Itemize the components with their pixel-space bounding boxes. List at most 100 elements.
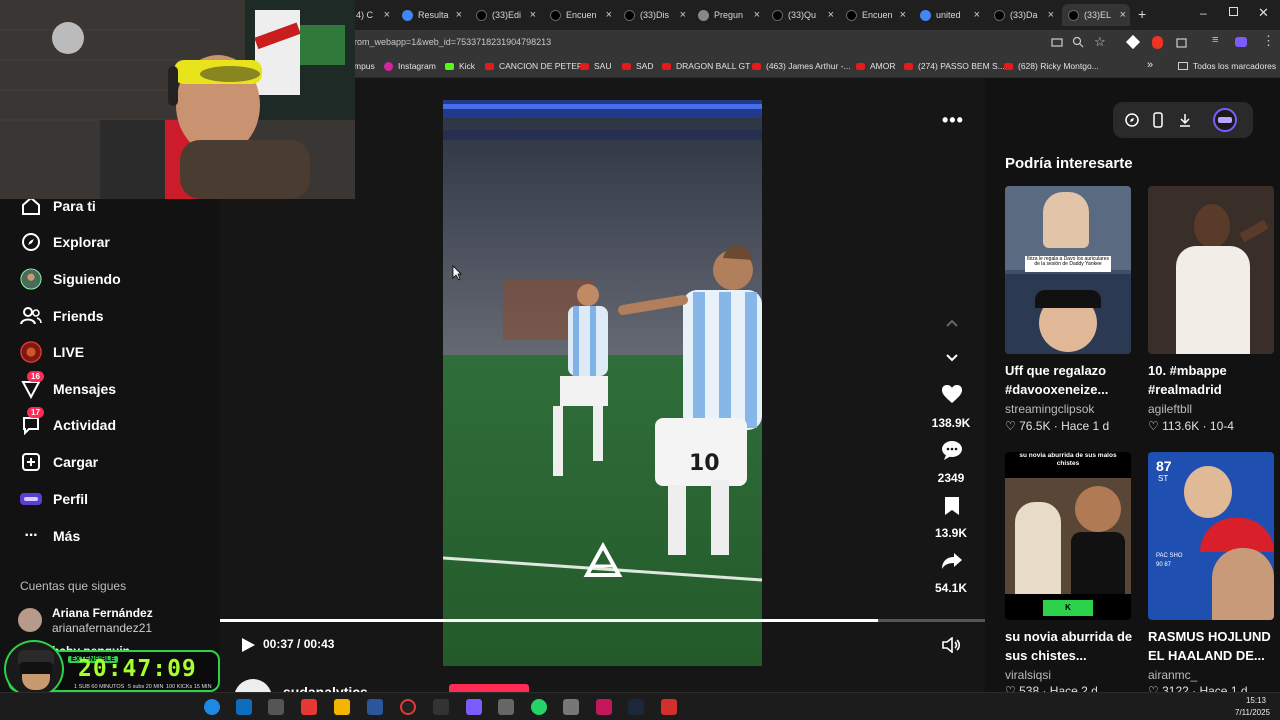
close-icon[interactable]: × (828, 9, 834, 21)
all-bookmarks-button[interactable]: Todos los marcadores (1178, 61, 1276, 71)
url-text[interactable]: rom_webapp=1&web_id=7533718231904798213 (354, 37, 551, 47)
browser-tab[interactable]: Encuen × (550, 4, 612, 26)
card-title[interactable]: 10. #mbappe #realmadrid (1148, 361, 1227, 399)
maximize-icon[interactable] (1229, 7, 1238, 16)
close-icon[interactable]: × (1048, 9, 1054, 21)
bookmarks-overflow-button[interactable]: » (1147, 59, 1153, 71)
card-author[interactable]: airanmc_ (1148, 668, 1197, 682)
card-author[interactable]: viralsiqsi (1005, 668, 1051, 682)
sidebar-item-cargar[interactable]: Cargar (20, 451, 98, 473)
close-icon[interactable]: × (384, 9, 390, 21)
tiktok-icon[interactable] (433, 699, 449, 715)
clock-date[interactable]: 7/11/2025 (1226, 708, 1270, 717)
new-tab-icon[interactable]: + (1138, 6, 1146, 22)
app-icon[interactable] (466, 699, 482, 715)
pdf-icon[interactable] (661, 699, 677, 715)
close-icon[interactable]: × (606, 9, 612, 21)
calculator-icon[interactable] (563, 699, 579, 715)
browser-tab[interactable]: (33)Qu × (772, 4, 834, 26)
browser-tab-active[interactable]: (33)EL × (1062, 4, 1130, 26)
bookmark[interactable]: Kick (445, 61, 475, 71)
app-icon[interactable] (268, 699, 284, 715)
card-title[interactable]: RASMUS HOJLUND EL HAALAND DE... (1148, 627, 1271, 665)
volume-icon[interactable] (942, 637, 962, 653)
extension-icon[interactable] (1125, 34, 1141, 50)
comment-icon[interactable] (941, 440, 963, 460)
bookmark[interactable]: CANCION DE PETER (485, 61, 583, 71)
close-icon[interactable]: × (680, 9, 686, 21)
sidebar-item-friends[interactable]: Friends (20, 305, 104, 327)
minimize-icon[interactable]: – (1200, 6, 1207, 20)
card-author[interactable]: streamingclipsok (1005, 402, 1094, 416)
extension-icon[interactable] (1152, 36, 1163, 49)
share-icon[interactable] (941, 552, 963, 570)
bookmark[interactable]: SAU (580, 61, 611, 71)
video-app-icon[interactable] (301, 699, 317, 715)
browser-tab[interactable]: (33)Dis × (624, 4, 686, 26)
device-icon[interactable] (1153, 112, 1163, 128)
card-title[interactable]: su novia aburrida de sus chistes... (1005, 627, 1132, 665)
bookmark[interactable]: mpus (354, 61, 375, 71)
bookmark[interactable]: (463) James Arthur -... (752, 61, 851, 71)
close-icon[interactable]: × (974, 9, 980, 21)
bookmark-icon[interactable] (944, 496, 960, 516)
close-icon[interactable]: × (1120, 9, 1126, 21)
recommendation-thumbnail[interactable]: su novia aburrida de sus malos chistes K (1005, 452, 1131, 620)
browser-tab[interactable]: (33)Edi × (476, 4, 536, 26)
previous-video-icon[interactable] (945, 318, 959, 328)
reading-list-icon[interactable]: ≡ (1212, 34, 1218, 46)
zoom-icon[interactable] (1072, 36, 1084, 48)
browser-tab[interactable]: 4) C × (356, 4, 390, 26)
video-player[interactable]: 10 (443, 100, 762, 666)
clock-time[interactable]: 15:13 (1226, 696, 1266, 705)
sidebar-item-perfil[interactable]: Perfil (20, 488, 88, 510)
progress-track[interactable] (220, 619, 985, 622)
obs-icon[interactable] (400, 699, 416, 715)
word-icon[interactable] (367, 699, 383, 715)
close-window-icon[interactable]: ✕ (1258, 5, 1269, 21)
bookmark[interactable]: (274) PASSO BEM S... (904, 61, 1005, 71)
heart-icon[interactable] (941, 384, 963, 404)
sidebar-item-mensajes[interactable]: 16 Mensajes (20, 371, 116, 400)
file-explorer-icon[interactable] (334, 699, 350, 715)
steam-icon[interactable] (628, 699, 644, 715)
app-icon[interactable] (498, 699, 514, 715)
outlook-icon[interactable] (236, 699, 252, 715)
bookmark[interactable]: DRAGON BALL GT (662, 61, 750, 71)
sidebar-item-mas[interactable]: ··· Más (20, 525, 81, 547)
edge-icon[interactable] (204, 699, 220, 715)
profile-icon[interactable] (1235, 37, 1247, 47)
sidebar-item-actividad[interactable]: 17 Actividad (20, 407, 116, 436)
download-icon[interactable] (1179, 113, 1191, 127)
bookmark[interactable]: (628) Ricky Montgo... (1004, 61, 1099, 71)
play-icon[interactable] (240, 637, 256, 653)
close-icon[interactable]: × (754, 9, 760, 21)
recommendation-thumbnail[interactable]: Ibiza le regala a Davo los auriculares d… (1005, 186, 1131, 354)
sidebar-item-explorar[interactable]: Explorar (20, 231, 110, 253)
close-icon[interactable]: × (456, 9, 462, 21)
cast-icon[interactable] (1051, 37, 1063, 49)
browser-tab[interactable]: Encuen × (846, 4, 906, 26)
app-icon[interactable] (596, 699, 612, 715)
browser-tab[interactable]: (33)Da × (994, 4, 1054, 26)
card-title[interactable]: Uff que regalazo #davooxeneize... (1005, 361, 1108, 399)
bookmark[interactable]: AMOR (856, 61, 896, 71)
browser-menu-icon[interactable]: ⋮ (1262, 33, 1275, 49)
whatsapp-icon[interactable] (531, 699, 547, 715)
profile-avatar[interactable] (1213, 108, 1237, 132)
card-author[interactable]: agileftbll (1148, 402, 1192, 416)
browser-tab[interactable]: united × (920, 4, 980, 26)
extensions-puzzle-icon[interactable] (1176, 36, 1188, 48)
bookmark-star-icon[interactable]: ☆ (1094, 34, 1106, 50)
close-icon[interactable]: × (900, 9, 906, 21)
compass-icon[interactable] (1125, 113, 1139, 127)
browser-tab[interactable]: Resulta × (402, 4, 462, 26)
bookmark[interactable]: Instagram (384, 61, 436, 71)
recommendation-thumbnail[interactable]: 87 ST PAC SHO 90 87 (1148, 452, 1274, 620)
recommendation-thumbnail[interactable] (1148, 186, 1274, 354)
sidebar-item-live[interactable]: LIVE (20, 341, 84, 363)
following-account[interactable]: Ariana Fernández arianafernandez21 (18, 606, 218, 636)
close-icon[interactable]: × (530, 9, 536, 21)
bookmark[interactable]: SAD (622, 61, 653, 71)
sidebar-item-siguiendo[interactable]: Siguiendo (20, 268, 121, 290)
